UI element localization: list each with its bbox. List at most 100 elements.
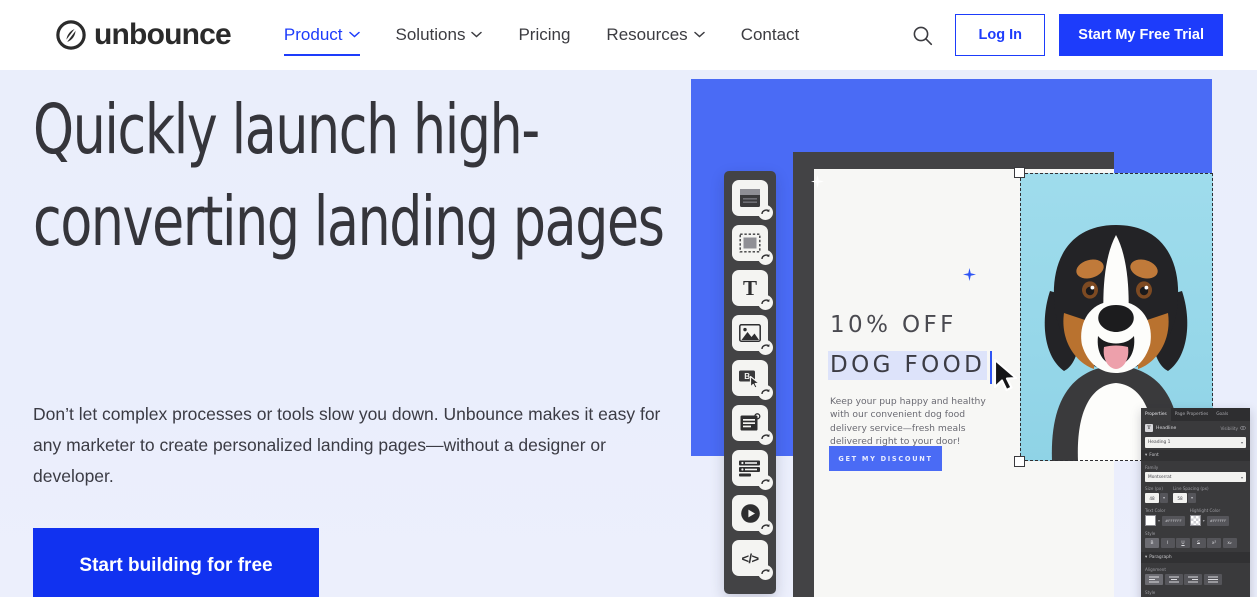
- strikethrough-button[interactable]: S: [1191, 538, 1206, 548]
- video-tool[interactable]: [732, 495, 773, 535]
- nav-item-contact[interactable]: Contact: [723, 0, 818, 70]
- nav-item-contact-label: Contact: [740, 25, 800, 44]
- top-navigation-bar: unbounce Product Solutions Pricing Resou…: [0, 0, 1257, 70]
- tab-page-properties[interactable]: Page Properties: [1171, 408, 1212, 421]
- section-tool[interactable]: [732, 180, 773, 220]
- form-tool[interactable]: [732, 405, 773, 445]
- text-tool[interactable]: T: [732, 270, 773, 310]
- stepper-chevron-icon[interactable]: ▾: [1160, 493, 1168, 503]
- line-spacing-value: 58: [1173, 493, 1187, 503]
- text-color-label: Text Color: [1145, 508, 1166, 513]
- start-building-button[interactable]: Start building for free: [33, 528, 319, 597]
- font-style-buttons: B I U S x² x₂: [1145, 538, 1246, 548]
- font-family-select[interactable]: Montserrat ▾: [1145, 472, 1246, 482]
- text-color-group: Text Color ▾ #FFFFFF: [1145, 508, 1185, 526]
- landing-page-cta-button[interactable]: GET MY DISCOUNT: [829, 446, 942, 471]
- search-icon[interactable]: [903, 16, 941, 54]
- align-center-button[interactable]: [1164, 574, 1183, 585]
- highlight-color-control[interactable]: ▾ #FFFFFF: [1189, 515, 1230, 526]
- text-color-control[interactable]: ▾ #FFFFFF: [1145, 515, 1185, 526]
- paragraph-section-body: Alignment Style: [1141, 563, 1250, 597]
- add-badge-icon: [758, 340, 773, 355]
- visibility-label: Visibility: [1220, 425, 1238, 431]
- color-separator: ▾: [1202, 518, 1205, 523]
- chevron-down-icon: [471, 30, 483, 41]
- highlight-color-hex[interactable]: #FFFFFF: [1206, 515, 1230, 526]
- nav-item-solutions[interactable]: Solutions: [378, 0, 501, 70]
- unbounce-homepage: unbounce Product Solutions Pricing Resou…: [0, 0, 1257, 597]
- chevron-down-icon: ▾: [1240, 474, 1243, 480]
- subscript-button[interactable]: x₂: [1222, 538, 1237, 548]
- heading-level-select[interactable]: Heading 1 ▾: [1145, 437, 1246, 448]
- hero-subtitle: Don’t let complex processes or tools slo…: [33, 404, 661, 486]
- font-style-label: Style: [1145, 531, 1156, 536]
- color-separator: ▾: [1158, 518, 1161, 523]
- alignment-buttons: [1145, 574, 1246, 585]
- text-element-icon: T: [1145, 424, 1153, 432]
- bold-button[interactable]: B: [1145, 538, 1159, 548]
- line-spacing-group: Line Spacing (px) 58 ▾: [1173, 486, 1209, 503]
- nav-item-product-label: Product: [283, 25, 343, 44]
- hero-content: Quickly launch high-converting landing p…: [33, 84, 673, 597]
- start-free-trial-button[interactable]: Start My Free Trial: [1059, 14, 1223, 56]
- visibility-toggle[interactable]: Visibility: [1220, 426, 1246, 431]
- line-spacing-stepper[interactable]: 58 ▾: [1173, 493, 1209, 503]
- highlight-color-swatch[interactable]: [1189, 515, 1201, 526]
- svg-text:B: B: [744, 372, 750, 381]
- nav-item-product[interactable]: Product: [266, 0, 378, 70]
- landing-page-body-text: Keep your pup happy and healthy with our…: [830, 396, 986, 448]
- nav-item-resources[interactable]: Resources: [588, 0, 722, 70]
- paragraph-section-header[interactable]: ▾ Paragraph: [1141, 552, 1250, 563]
- superscript-button[interactable]: x²: [1207, 538, 1221, 548]
- button-tool[interactable]: B: [732, 360, 773, 400]
- logo-wordmark: unbounce: [94, 18, 232, 51]
- nav-actions: Log In Start My Free Trial: [903, 14, 1223, 56]
- code-tool[interactable]: </>: [732, 540, 773, 580]
- landing-page-headline-2-wrapper[interactable]: DOG FOOD: [828, 351, 993, 384]
- resize-handle-bottom-left[interactable]: [1014, 456, 1025, 467]
- nav-links: Product Solutions Pricing Resources Cont…: [266, 0, 817, 70]
- text-color-hex[interactable]: #FFFFFF: [1162, 515, 1185, 526]
- add-badge-icon: [758, 205, 773, 220]
- font-size-stepper[interactable]: 48 ▾: [1145, 493, 1168, 503]
- family-label: Family: [1145, 465, 1159, 470]
- chevron-down-icon: [348, 30, 360, 41]
- text-tool-glyph: T: [742, 275, 757, 300]
- align-left-button[interactable]: [1145, 574, 1163, 585]
- resize-handle-top-left[interactable]: [1014, 167, 1025, 178]
- list-tool[interactable]: [732, 450, 773, 490]
- size-group: Size (px) 48 ▾: [1145, 486, 1168, 503]
- unbounce-logo[interactable]: unbounce: [56, 18, 232, 51]
- underline-button[interactable]: U: [1176, 538, 1190, 548]
- chevron-down-icon: ▾: [1145, 453, 1148, 458]
- nav-item-pricing[interactable]: Pricing: [500, 0, 588, 70]
- align-right-button[interactable]: [1184, 574, 1202, 585]
- hero-section: 10% OFF DOG FOOD Keep your pup happy and…: [0, 70, 1257, 597]
- font-section-body: Family Montserrat ▾ Size (px) 48 ▾ Line …: [1141, 461, 1250, 552]
- add-badge-icon: [758, 250, 773, 265]
- builder-toolbar: T B </>: [724, 171, 776, 594]
- text-color-swatch[interactable]: [1145, 515, 1156, 526]
- align-justify-button[interactable]: [1203, 574, 1222, 585]
- highlight-color-group: Highlight Color ▾ #FFFFFF: [1189, 508, 1230, 526]
- stepper-chevron-icon[interactable]: ▾: [1188, 493, 1196, 503]
- italic-button[interactable]: I: [1160, 538, 1175, 548]
- tab-properties[interactable]: Properties: [1141, 408, 1171, 421]
- font-size-value: 48: [1145, 493, 1159, 503]
- add-badge-icon: [758, 475, 773, 490]
- font-family-value: Montserrat: [1148, 474, 1172, 480]
- nav-item-resources-label: Resources: [606, 25, 688, 44]
- color-row: Text Color ▾ #FFFFFF Highlight Color ▾ #…: [1145, 508, 1246, 526]
- font-section-header[interactable]: ▾ Font: [1141, 450, 1250, 461]
- image-tool[interactable]: [732, 315, 773, 355]
- line-spacing-label: Line Spacing (px): [1173, 486, 1209, 491]
- login-button[interactable]: Log In: [955, 14, 1046, 56]
- tab-goals[interactable]: Goals: [1212, 408, 1232, 421]
- add-badge-icon: [758, 565, 773, 580]
- add-badge-icon: [758, 430, 773, 445]
- nav-item-pricing-label: Pricing: [518, 25, 571, 44]
- eye-icon: [1240, 425, 1246, 431]
- container-tool[interactable]: [732, 225, 773, 265]
- code-tool-glyph: </>: [741, 550, 760, 566]
- element-name-label: Headline: [1156, 425, 1177, 431]
